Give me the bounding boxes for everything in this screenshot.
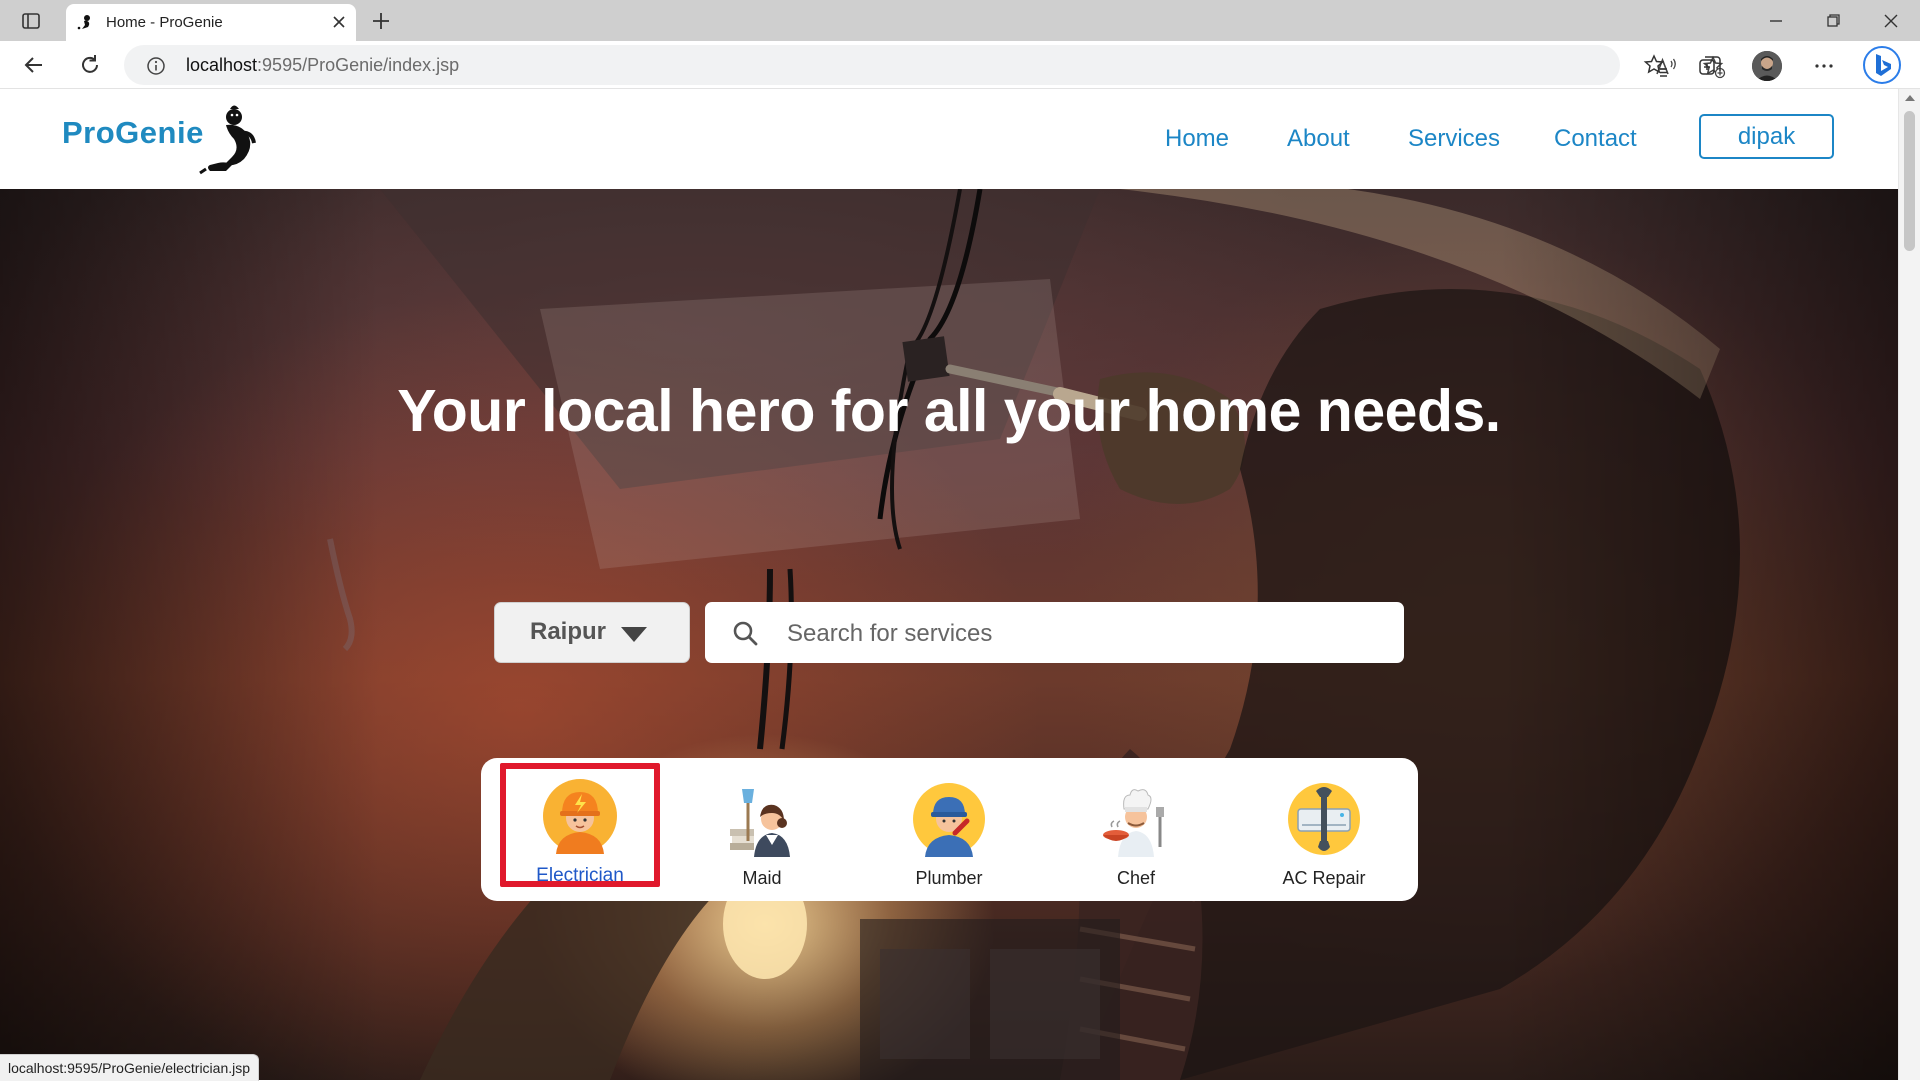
profile-avatar[interactable] bbox=[1752, 51, 1782, 81]
new-tab-icon[interactable] bbox=[368, 8, 394, 34]
hero-section: Your local hero for all your home needs.… bbox=[0, 189, 1898, 1080]
address-bar[interactable]: localhost:9595/ProGenie/index.jsp bbox=[124, 45, 1726, 85]
status-bar-link-preview: localhost:9595/ProGenie/electrician.jsp bbox=[0, 1054, 260, 1081]
minimize-icon[interactable] bbox=[1763, 8, 1789, 34]
search-input[interactable] bbox=[785, 616, 1379, 652]
category-label: Maid bbox=[742, 868, 782, 888]
service-search-box[interactable] bbox=[705, 602, 1404, 663]
tab-title: Home - ProGenie bbox=[106, 14, 223, 31]
bing-chat-icon[interactable] bbox=[1862, 45, 1902, 85]
city-selected-value: Raipur bbox=[530, 618, 607, 645]
nav-services-link[interactable]: Services bbox=[1408, 125, 1500, 153]
hero-vignette-left bbox=[0, 189, 380, 1080]
more-options-icon[interactable] bbox=[1811, 53, 1837, 79]
category-label: Electrician bbox=[536, 865, 624, 886]
url-host: localhost bbox=[186, 55, 258, 75]
favorites-icon[interactable] bbox=[1643, 53, 1669, 79]
category-label: AC Repair bbox=[1282, 868, 1366, 888]
restore-icon[interactable] bbox=[1820, 8, 1846, 34]
nav-contact-link[interactable]: Contact bbox=[1554, 125, 1637, 153]
close-window-icon[interactable] bbox=[1878, 8, 1904, 34]
category-chef[interactable]: Chef bbox=[1061, 772, 1211, 890]
hero-vignette-right bbox=[1500, 189, 1898, 1080]
maid-icon bbox=[724, 781, 800, 857]
ac-repair-icon bbox=[1286, 781, 1362, 857]
tab-actions-icon[interactable] bbox=[18, 8, 44, 34]
city-dropdown[interactable]: Raipur bbox=[494, 602, 690, 663]
plumber-icon bbox=[911, 781, 987, 857]
logo-text[interactable]: ProGenie bbox=[62, 115, 204, 151]
genie-favicon-icon bbox=[76, 13, 94, 31]
genie-logo-icon bbox=[196, 103, 272, 179]
category-ac-repair[interactable]: AC Repair bbox=[1249, 772, 1399, 890]
collections-icon[interactable] bbox=[1697, 53, 1723, 79]
site-header: ProGenie Home About Services Contact dip… bbox=[0, 89, 1898, 189]
caret-down-icon bbox=[621, 627, 647, 642]
category-label: Chef bbox=[1116, 868, 1156, 888]
reload-icon[interactable] bbox=[76, 51, 104, 79]
url-path: :9595/ProGenie/index.jsp bbox=[257, 55, 460, 75]
site-info-icon[interactable] bbox=[146, 56, 166, 76]
scroll-up-arrow-icon[interactable] bbox=[1905, 95, 1915, 101]
category-maid[interactable]: Maid bbox=[687, 772, 837, 890]
browser-tab-active[interactable]: Home - ProGenie bbox=[66, 4, 356, 41]
scrollbar-thumb[interactable] bbox=[1904, 111, 1915, 251]
page-scrollbar[interactable] bbox=[1898, 89, 1920, 1080]
service-category-bar: Electrician Maid Plumber Chef AC Repair bbox=[481, 758, 1418, 901]
nav-home-link[interactable]: Home bbox=[1165, 125, 1229, 153]
page-viewport: ProGenie Home About Services Contact dip… bbox=[0, 89, 1898, 1080]
close-tab-icon[interactable] bbox=[330, 13, 348, 31]
back-arrow-icon[interactable] bbox=[20, 51, 48, 79]
chef-icon bbox=[1098, 781, 1174, 857]
hero-headline: Your local hero for all your home needs. bbox=[397, 378, 1501, 444]
url-text[interactable]: localhost:9595/ProGenie/index.jsp bbox=[186, 55, 459, 76]
category-label: Plumber bbox=[915, 868, 983, 888]
search-icon bbox=[731, 619, 759, 647]
nav-about-link[interactable]: About bbox=[1287, 125, 1350, 153]
category-electrician[interactable]: Electrician bbox=[500, 763, 660, 887]
category-plumber[interactable]: Plumber bbox=[874, 772, 1024, 890]
browser-tab-strip: Home - ProGenie bbox=[0, 0, 1920, 41]
browser-toolbar: localhost:9595/ProGenie/index.jsp bbox=[0, 41, 1920, 89]
user-account-button[interactable]: dipak bbox=[1699, 114, 1834, 159]
electrician-icon bbox=[542, 778, 618, 854]
